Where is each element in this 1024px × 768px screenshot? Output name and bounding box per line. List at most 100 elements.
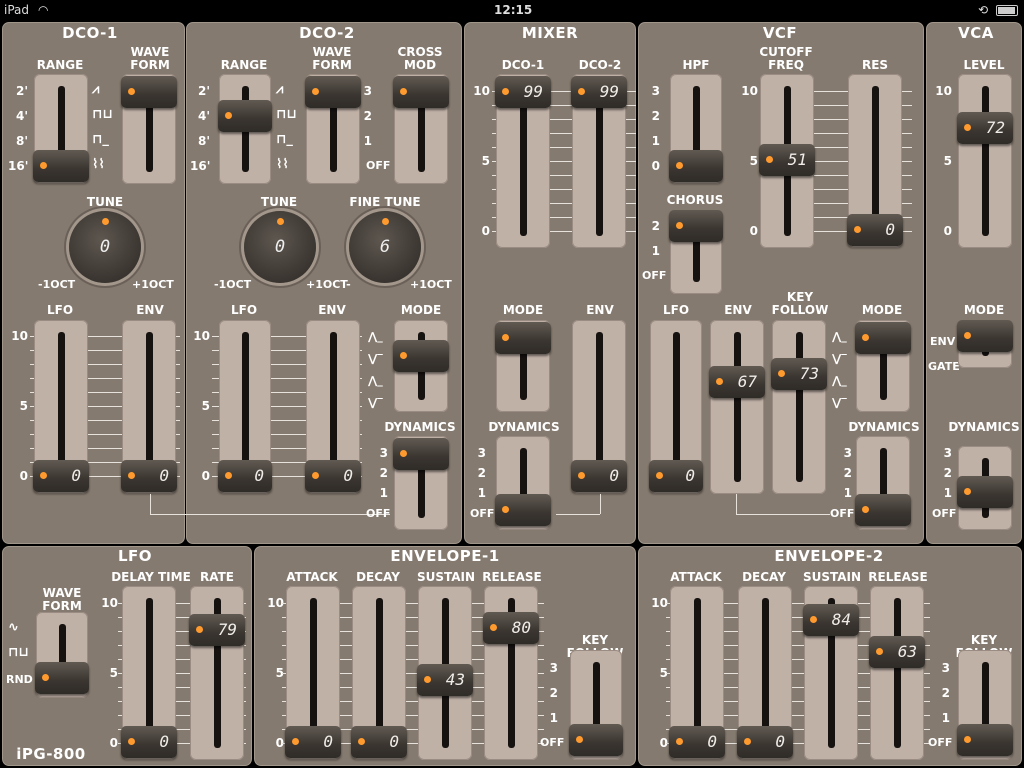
mixer-dynamics-slider[interactable] — [495, 436, 551, 530]
fader-handle[interactable] — [33, 150, 89, 182]
fader-handle[interactable] — [35, 662, 89, 694]
fader-value: 0 — [685, 466, 695, 485]
fader-handle[interactable]: 63 — [869, 636, 925, 668]
fader-handle[interactable] — [495, 322, 551, 354]
fader-handle[interactable] — [957, 320, 1013, 352]
vcf-keyfollow-label: KEY FOLLOW — [771, 290, 829, 317]
dco2-fine-plus: +1OCT — [410, 278, 452, 291]
fader-handle[interactable]: 80 — [483, 612, 539, 644]
fader-handle[interactable]: 0 — [121, 460, 177, 492]
vcf-chorus-slider[interactable] — [669, 210, 723, 294]
vca-mode-label: MODE — [963, 303, 1005, 317]
indicator-led — [400, 450, 407, 457]
fader-handle[interactable] — [669, 210, 723, 242]
dco1-range-slider[interactable] — [33, 74, 89, 184]
tick-0: 0 — [19, 469, 28, 483]
fader-handle[interactable]: 67 — [709, 366, 765, 398]
fader-handle[interactable] — [855, 322, 911, 354]
fader-handle[interactable] — [121, 76, 177, 108]
mixer-dco2-slider[interactable]: 99 — [571, 74, 627, 248]
dco2-env-slider[interactable]: 0 — [305, 320, 361, 494]
vcf-res-slider[interactable]: 0 — [847, 74, 903, 248]
fader-handle[interactable] — [957, 724, 1013, 756]
fader-handle[interactable]: 0 — [285, 726, 341, 758]
dco1-tune-knob[interactable]: 0 — [69, 211, 141, 283]
fader-handle[interactable] — [218, 100, 272, 132]
fader-handle[interactable]: 0 — [351, 726, 407, 758]
env1-sustain-slider[interactable]: 43 — [417, 586, 473, 760]
indicator-led — [964, 332, 971, 339]
fader-handle[interactable]: 0 — [33, 460, 89, 492]
fader-value: 0 — [885, 220, 895, 239]
fader-handle[interactable] — [393, 438, 449, 470]
fader-handle[interactable]: 0 — [669, 726, 725, 758]
env2-release-slider[interactable]: 63 — [869, 586, 925, 760]
fader-handle[interactable] — [855, 494, 911, 526]
fader-handle[interactable]: 0 — [218, 460, 272, 492]
dco2-crossmod-slider[interactable] — [393, 74, 449, 184]
vcf-cutoff-slider[interactable]: 51 — [759, 74, 815, 248]
env1-decay-slider[interactable]: 0 — [351, 586, 407, 760]
vcf-keyfollow-slider[interactable]: 73 — [771, 320, 827, 494]
wifi-icon: ◠ — [38, 3, 49, 17]
indicator-led — [128, 88, 135, 95]
mixer-env-slider[interactable]: 0 — [571, 320, 627, 494]
fader-handle[interactable] — [669, 150, 723, 182]
fader-handle[interactable]: 0 — [737, 726, 793, 758]
fader-value: 0 — [389, 732, 399, 751]
fader-handle[interactable]: 99 — [571, 76, 627, 108]
lfo-rate-slider[interactable]: 79 — [189, 586, 245, 760]
fader-handle[interactable]: 0 — [649, 460, 703, 492]
mixer-dco1-slider[interactable]: 99 — [495, 74, 551, 248]
fader-handle[interactable]: 72 — [957, 112, 1013, 144]
dco1-env-slider[interactable]: 0 — [121, 320, 177, 494]
vca-level-slider[interactable]: 72 — [957, 74, 1013, 248]
fader-handle[interactable]: 0 — [847, 214, 903, 246]
indicator-led — [312, 472, 319, 479]
env1-attack-slider[interactable]: 0 — [285, 586, 341, 760]
fader-handle[interactable] — [393, 76, 449, 108]
fader-handle[interactable]: 79 — [189, 614, 245, 646]
mixer-mode-slider[interactable] — [495, 320, 551, 412]
fader-value: 0 — [159, 466, 169, 485]
fader-handle[interactable] — [393, 340, 449, 372]
fader-handle[interactable] — [957, 476, 1013, 508]
fader-handle[interactable]: 0 — [571, 460, 627, 492]
fader-handle[interactable]: 99 — [495, 76, 551, 108]
fader-handle[interactable]: 43 — [417, 664, 473, 696]
vcf-env-slider[interactable]: 67 — [709, 320, 765, 494]
dco2-finetune-knob[interactable]: 6 — [349, 211, 421, 283]
fader-handle[interactable]: 51 — [759, 144, 815, 176]
tick-1: 1 — [651, 244, 660, 258]
vcf-mode-slider[interactable] — [855, 320, 911, 412]
fader-handle[interactable]: 0 — [305, 460, 361, 492]
env1-keyfollow-slider[interactable] — [569, 650, 623, 760]
lfo-waveform-slider[interactable] — [35, 612, 89, 698]
dco2-lfo-slider[interactable]: 0 — [218, 320, 272, 494]
dco1-lfo-slider[interactable]: 0 — [33, 320, 89, 494]
vca-dynamics-slider[interactable] — [957, 446, 1013, 530]
fader-handle[interactable]: 84 — [803, 604, 859, 636]
env2-attack-slider[interactable]: 0 — [669, 586, 725, 760]
env2-keyfollow-slider[interactable] — [957, 650, 1013, 760]
dco2-tune-knob[interactable]: 0 — [244, 211, 316, 283]
vcf-dynamics-slider[interactable] — [855, 436, 911, 530]
dco2-mode-slider[interactable] — [393, 320, 449, 412]
lfo-delaytime-slider[interactable]: 0 — [121, 586, 177, 760]
vcf-lfo-slider[interactable]: 0 — [649, 320, 703, 494]
dco1-waveform-slider[interactable] — [121, 74, 177, 184]
vcf-hpf-slider[interactable] — [669, 74, 723, 184]
fader-handle[interactable] — [495, 494, 551, 526]
env2-decay-slider[interactable]: 0 — [737, 586, 793, 760]
env1-sustain-label: SUSTAIN — [416, 570, 476, 584]
tick-5: 5 — [749, 154, 758, 168]
fader-handle[interactable]: 73 — [771, 358, 827, 390]
tick-1: 1 — [651, 134, 660, 148]
dco2-dynamics-slider[interactable] — [393, 436, 449, 530]
vca-mode-slider[interactable] — [957, 320, 1013, 368]
dco2-range-slider[interactable] — [218, 74, 272, 184]
fader-handle[interactable] — [569, 724, 623, 756]
env1-release-slider[interactable]: 80 — [483, 586, 539, 760]
env2-sustain-slider[interactable]: 84 — [803, 586, 859, 760]
fader-handle[interactable]: 0 — [121, 726, 177, 758]
